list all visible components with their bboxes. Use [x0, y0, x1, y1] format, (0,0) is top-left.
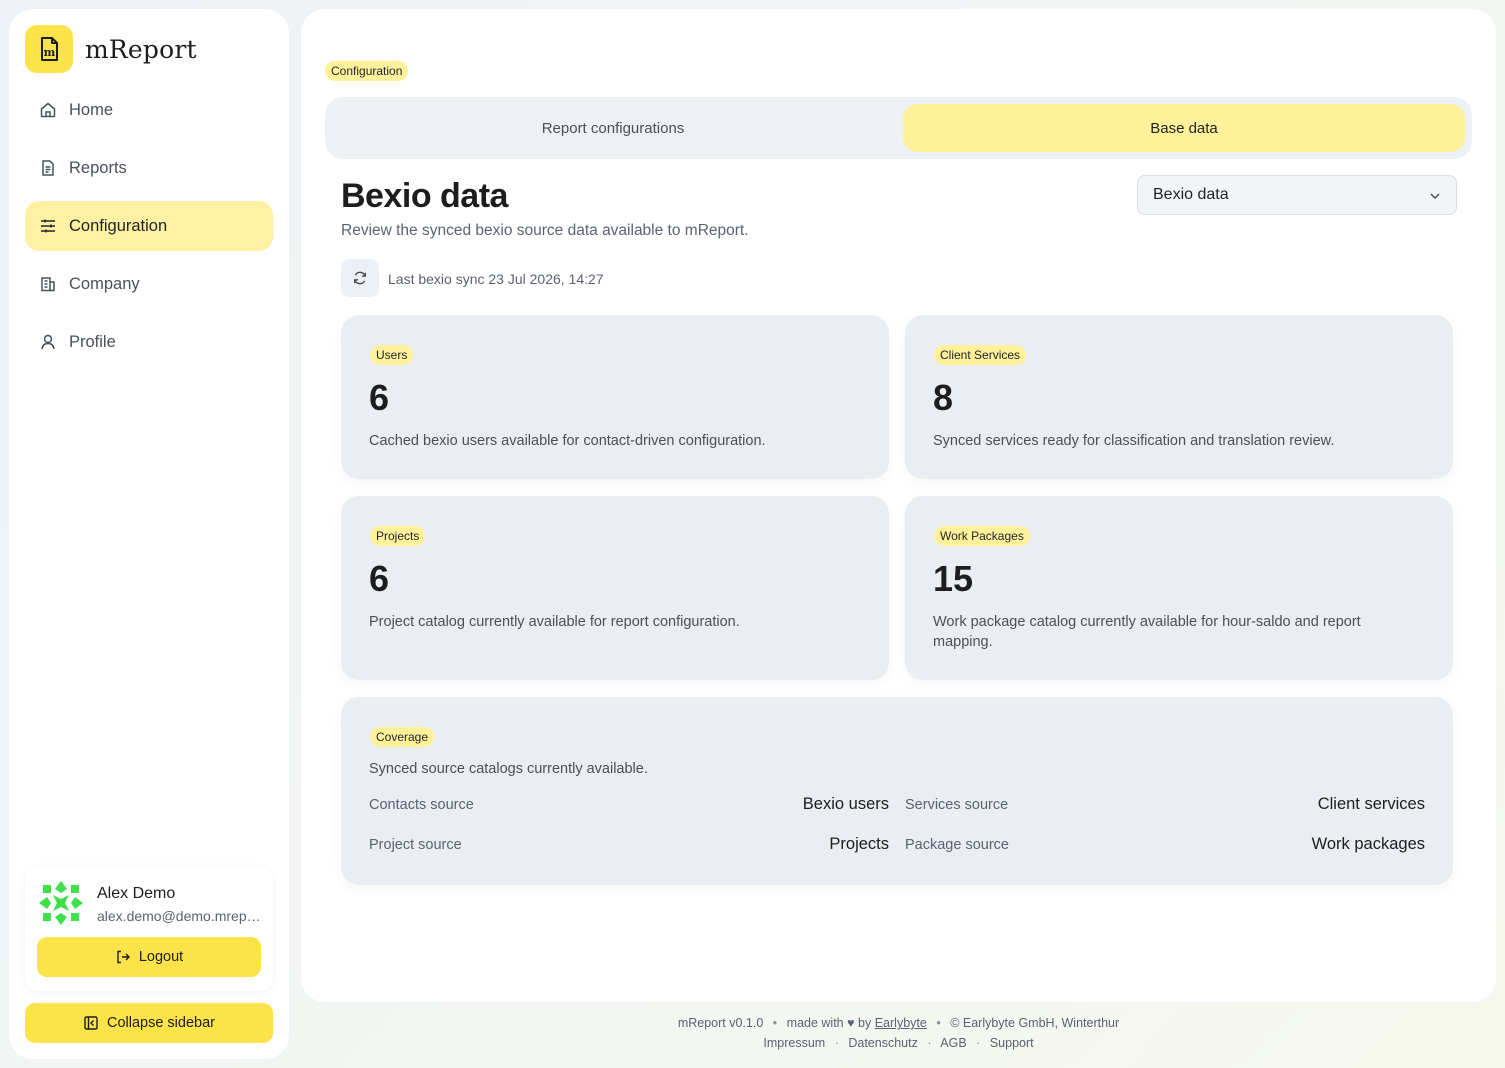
- card-badge: Projects: [370, 526, 426, 546]
- user-card: Alex Demo alex.demo@demo.mreport.ch Logo…: [25, 867, 273, 991]
- sidebar-item-label: Home: [69, 100, 114, 119]
- sidebar-item-configuration[interactable]: Configuration: [25, 201, 273, 251]
- coverage-value: Work packages: [1311, 835, 1425, 853]
- footer-version: mReport v0.1.0: [677, 1016, 764, 1030]
- collapse-sidebar-button[interactable]: Collapse sidebar: [25, 1003, 273, 1043]
- coverage-label: Package source: [905, 837, 1009, 853]
- footer-link-impressum[interactable]: Impressum: [763, 1036, 825, 1050]
- collapse-label: Collapse sidebar: [106, 1015, 215, 1031]
- sidebar-item-company[interactable]: Company: [25, 259, 273, 309]
- avatar: [37, 879, 85, 927]
- coverage-row-services: Services source Client services: [905, 793, 1425, 817]
- coverage-label: Services source: [905, 797, 1009, 813]
- last-sync-text: Last bexio sync 23 Jul 2026, 14:27: [388, 271, 604, 287]
- app-name: mReport: [85, 34, 197, 64]
- card-value: 6: [369, 558, 390, 599]
- sidebar-item-label: Profile: [69, 332, 116, 351]
- coverage-row-packages: Package source Work packages: [905, 833, 1425, 857]
- breadcrumb[interactable]: Configuration: [325, 61, 409, 81]
- card-description: Synced services ready for classification…: [933, 433, 1335, 449]
- user-name: Alex Demo: [97, 885, 176, 902]
- stat-card-client-services: Client Services 8 Synced services ready …: [905, 315, 1453, 479]
- user-email: alex.demo@demo.mreport.ch: [97, 908, 263, 924]
- card-value: 6: [369, 377, 390, 418]
- refresh-icon: [352, 270, 368, 286]
- coverage-description: Synced source catalogs currently availab…: [369, 761, 648, 777]
- logout-label: Logout: [138, 949, 184, 965]
- heart-icon: ♥: [847, 1016, 855, 1030]
- user-icon: [39, 333, 57, 351]
- card-value: 15: [933, 558, 974, 599]
- card-description: Project catalog currently available for …: [369, 614, 740, 630]
- stat-card-work-packages: Work Packages 15 Work package catalog cu…: [905, 496, 1453, 680]
- card-badge: Work Packages: [934, 526, 1030, 546]
- sidebar-item-label: Reports: [69, 158, 127, 177]
- chevron-down-icon: [1428, 189, 1442, 203]
- footer: mReport v0.1.0 • made with ♥ by Earlybyt…: [677, 1016, 1120, 1050]
- brand[interactable]: m mReport: [25, 25, 197, 73]
- page-subtitle: Review the synced bexio source data avai…: [341, 222, 749, 239]
- building-icon: [39, 275, 57, 293]
- mreport-logo-icon: m: [25, 25, 73, 73]
- tab-bar: Report configurations Base data: [325, 97, 1472, 159]
- tab-base-data[interactable]: Base data: [903, 104, 1465, 152]
- logout-button[interactable]: Logout: [37, 937, 261, 977]
- logout-icon: [115, 949, 131, 965]
- footer-link-datenschutz[interactable]: Datenschutz: [848, 1036, 917, 1050]
- sidebar-nav: Home Reports Configuration Company Profi…: [25, 85, 273, 375]
- card-badge: Client Services: [934, 345, 1027, 365]
- card-badge: Users: [370, 345, 414, 365]
- coverage-card: Coverage Synced source catalogs currentl…: [341, 697, 1453, 885]
- coverage-value: Projects: [829, 835, 889, 853]
- tab-report-configurations[interactable]: Report configurations: [332, 104, 894, 152]
- sidebar: m mReport Home Reports Configuration Com…: [9, 9, 289, 1059]
- coverage-value: Client services: [1317, 795, 1425, 813]
- home-icon: [39, 101, 57, 119]
- sidebar-item-profile[interactable]: Profile: [25, 317, 273, 367]
- sync-button[interactable]: [341, 259, 379, 297]
- footer-copyright: © Earlybyte GmbH, Winterthur: [950, 1016, 1120, 1030]
- stat-card-users: Users 6 Cached bexio users available for…: [341, 315, 889, 479]
- data-source-select[interactable]: Bexio data: [1137, 175, 1457, 215]
- footer-link-support[interactable]: Support: [990, 1036, 1034, 1050]
- page-title: Bexio data: [341, 177, 508, 215]
- select-value: Bexio data: [1153, 186, 1229, 203]
- sidebar-item-label: Company: [69, 274, 140, 293]
- sliders-icon: [39, 217, 57, 235]
- sidebar-item-reports[interactable]: Reports: [25, 143, 273, 193]
- main-panel: Configuration Report configurations Base…: [301, 9, 1496, 1002]
- card-badge: Coverage: [370, 727, 435, 747]
- coverage-row-projects: Project source Projects: [369, 833, 889, 857]
- card-value: 8: [933, 377, 954, 418]
- earlybyte-link[interactable]: Earlybyte: [875, 1016, 927, 1030]
- coverage-row-contacts: Contacts source Bexio users: [369, 793, 889, 817]
- stat-card-projects: Projects 6 Project catalog currently ava…: [341, 496, 889, 680]
- coverage-value: Bexio users: [802, 795, 889, 813]
- footer-link-agb[interactable]: AGB: [940, 1036, 966, 1050]
- card-description: Work package catalog currently available…: [933, 614, 1361, 650]
- coverage-label: Project source: [369, 837, 462, 853]
- svg-text:m: m: [44, 46, 56, 59]
- sidebar-item-home[interactable]: Home: [25, 85, 273, 135]
- coverage-label: Contacts source: [369, 797, 474, 813]
- sidebar-collapse-icon: [83, 1015, 99, 1031]
- card-description: Cached bexio users available for contact…: [369, 433, 766, 449]
- sidebar-item-label: Configuration: [69, 216, 168, 235]
- report-icon: [39, 159, 57, 177]
- footer-made-with: made with: [786, 1016, 844, 1030]
- footer-by: by: [858, 1016, 872, 1030]
